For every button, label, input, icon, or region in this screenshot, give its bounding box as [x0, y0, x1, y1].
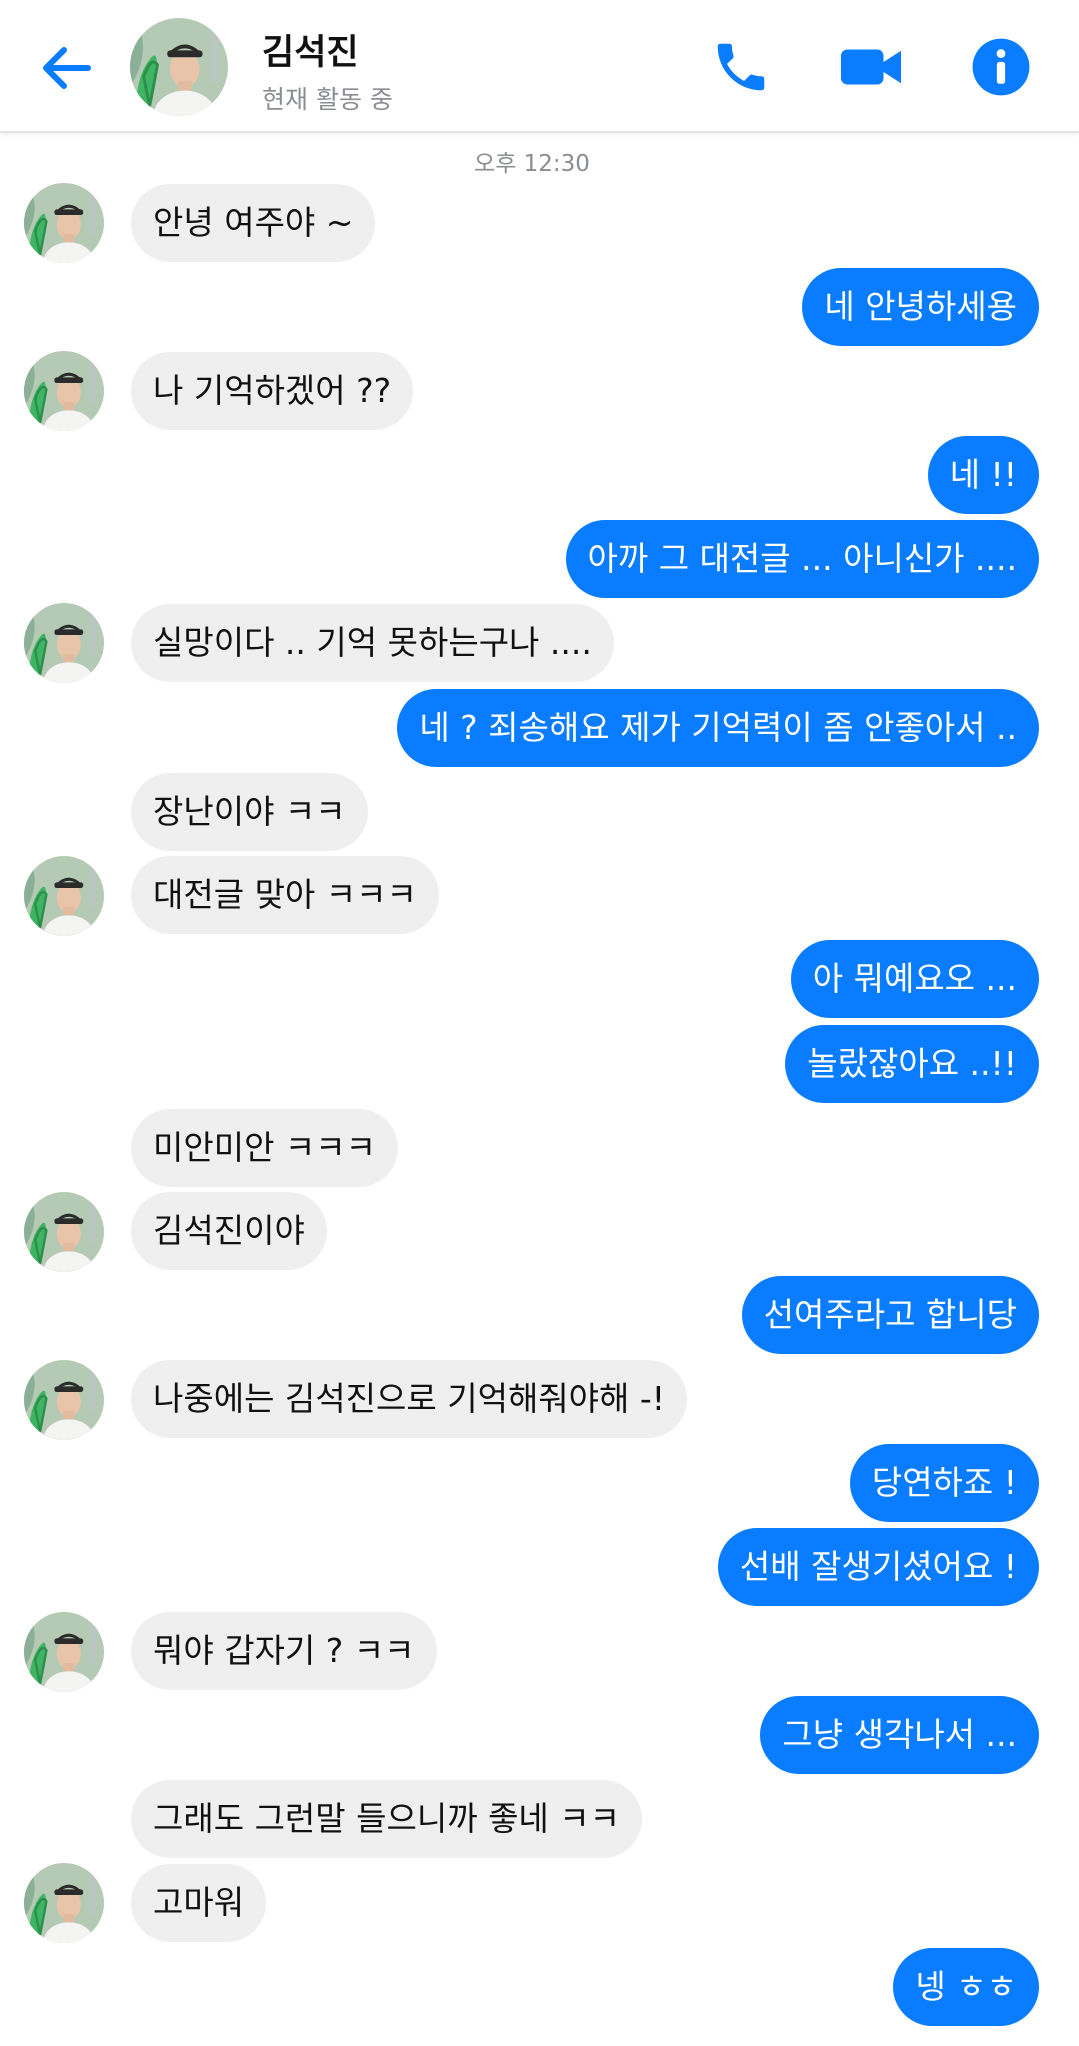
voice-call-button[interactable]: [706, 32, 776, 102]
incoming-message[interactable]: 뭐야 갑자기 ? ㅋㅋ: [131, 1612, 437, 1690]
video-call-button[interactable]: [836, 32, 906, 102]
info-icon: [972, 38, 1030, 96]
sender-avatar[interactable]: [24, 1863, 104, 1943]
outgoing-message[interactable]: 넹 ㅎㅎ: [893, 1948, 1039, 2026]
outgoing-message[interactable]: 네 !!: [927, 436, 1039, 514]
back-arrow-icon: [43, 47, 91, 89]
sender-avatar[interactable]: [24, 1612, 104, 1692]
outgoing-message[interactable]: 아 뭐예요오 ...: [790, 940, 1039, 1018]
outgoing-message[interactable]: 당연하죠 !: [849, 1444, 1039, 1522]
incoming-message[interactable]: 나중에는 김석진으로 기억해줘야해 -!: [131, 1360, 688, 1438]
outgoing-message[interactable]: 그냥 생각나서 ...: [760, 1696, 1039, 1774]
video-camera-icon: [841, 49, 901, 85]
incoming-message[interactable]: 실망이다 .. 기억 못하는구나 ....: [131, 604, 614, 682]
outgoing-message[interactable]: 선배 잘생기셨어요 !: [717, 1528, 1039, 1606]
chat-header: 김석진 현재 활동 중: [0, 0, 1079, 133]
outgoing-message[interactable]: 네 안녕하세용: [802, 268, 1039, 346]
back-button[interactable]: [34, 36, 98, 100]
incoming-message[interactable]: 장난이야 ㅋㅋ: [131, 773, 368, 851]
contact-avatar[interactable]: [130, 18, 228, 116]
conversation-info-button[interactable]: [966, 32, 1036, 102]
active-status: 현재 활동 중: [262, 85, 393, 114]
sender-avatar[interactable]: [24, 1192, 104, 1272]
incoming-message[interactable]: 나 기억하겠어 ??: [131, 352, 414, 430]
outgoing-message[interactable]: 네 ? 죄송해요 제가 기억력이 좀 안좋아서 ..: [397, 689, 1039, 767]
incoming-message[interactable]: 그래도 그런말 들으니까 좋네 ㅋㅋ: [131, 1780, 642, 1858]
outgoing-message[interactable]: 놀랐잖아요 ..!!: [785, 1025, 1039, 1103]
incoming-message[interactable]: 대전글 맞아 ㅋㅋㅋ: [131, 856, 439, 934]
message-timestamp: 오후 12:30: [474, 151, 590, 177]
outgoing-message[interactable]: 선여주라고 합니당: [741, 1276, 1039, 1354]
sender-avatar[interactable]: [24, 856, 104, 936]
incoming-message[interactable]: 안녕 여주야 ~: [131, 184, 376, 262]
sender-avatar[interactable]: [24, 351, 104, 431]
sender-avatar[interactable]: [24, 183, 104, 263]
incoming-message[interactable]: 미안미안 ㅋㅋㅋ: [131, 1109, 399, 1187]
phone-icon: [717, 43, 765, 91]
sender-avatar[interactable]: [24, 603, 104, 683]
incoming-message[interactable]: 고마워: [131, 1864, 267, 1942]
contact-name[interactable]: 김석진: [262, 24, 359, 75]
outgoing-message[interactable]: 아까 그 대전글 ... 아니신가 ....: [565, 520, 1039, 598]
sender-avatar[interactable]: [24, 1360, 104, 1440]
incoming-message[interactable]: 김석진이야: [131, 1192, 327, 1270]
